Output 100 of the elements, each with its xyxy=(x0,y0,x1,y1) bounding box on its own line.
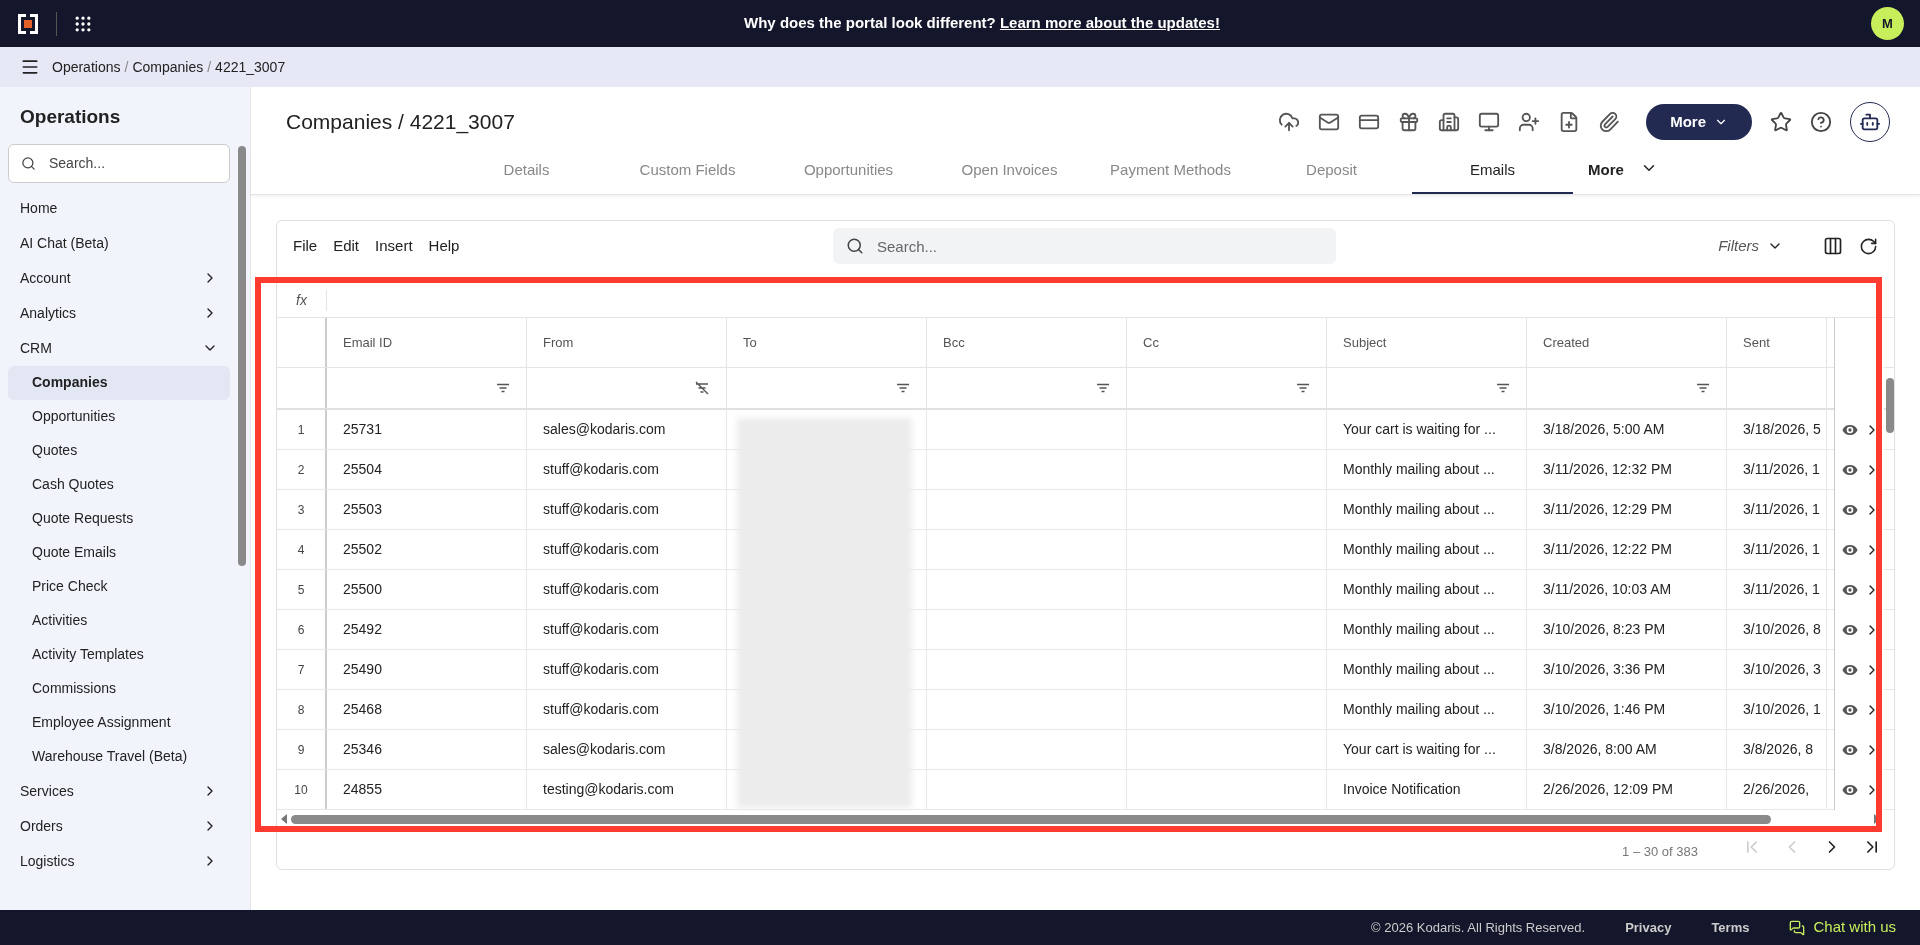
column-header[interactable]: To xyxy=(727,318,927,367)
table-cell-text: 3/10/2026, 1 xyxy=(1743,700,1821,719)
table-cell-text: 2/26/2026, xyxy=(1743,780,1810,799)
breadcrumb-link[interactable]: Companies xyxy=(132,56,204,78)
table-cell-text: testing@kodaris.com xyxy=(543,780,674,799)
sidebar-scrollbar[interactable] xyxy=(238,145,246,566)
horizontal-scrollbar[interactable] xyxy=(291,814,1771,824)
filters-dropdown[interactable]: Filters xyxy=(1718,234,1807,258)
filter-icon[interactable] xyxy=(896,383,910,393)
menu-icon[interactable] xyxy=(20,57,40,77)
sidebar-subitem[interactable]: Commissions xyxy=(8,671,230,706)
column-header[interactable]: Subject xyxy=(1327,318,1527,367)
sidebar-item[interactable]: CRM xyxy=(8,330,230,366)
table-cell-text: 3/11/2026, 1 xyxy=(1743,500,1820,519)
vertical-scrollbar[interactable] xyxy=(1886,378,1894,433)
sidebar-subitem[interactable]: Cash Quotes xyxy=(8,467,230,502)
user-avatar[interactable]: M xyxy=(1871,7,1904,40)
logo-icon[interactable] xyxy=(16,11,40,36)
grid-search-field[interactable]: Search... xyxy=(833,228,1336,264)
footer-link[interactable]: Terms xyxy=(1711,917,1750,938)
sidebar-subitem[interactable]: Companies xyxy=(8,365,230,400)
table-cell-text: 3/18/2026, 5:00 AM xyxy=(1543,420,1665,439)
tab[interactable]: Open Invoices xyxy=(929,157,1090,194)
column-header[interactable]: Bcc xyxy=(927,318,1127,367)
column-header[interactable]: Created xyxy=(1527,318,1727,367)
help-icon[interactable] xyxy=(1810,111,1832,133)
paperclip-icon[interactable] xyxy=(1598,111,1621,133)
sidebar-subitem[interactable]: Quote Requests xyxy=(8,501,230,536)
row-number: 6 xyxy=(277,610,327,649)
add-user-icon[interactable] xyxy=(1518,111,1541,133)
table-cell-text: 25503 xyxy=(343,500,382,519)
table-cell-text: 25490 xyxy=(343,660,382,679)
table-cell-text: 3/11/2026, 12:22 PM xyxy=(1543,540,1672,559)
table-cell-text: 25731 xyxy=(343,420,382,439)
gift-icon[interactable] xyxy=(1398,111,1421,133)
column-header[interactable]: Cc xyxy=(1127,318,1327,367)
tab[interactable]: Deposit xyxy=(1251,157,1412,194)
sidebar-title: Operations xyxy=(19,105,122,129)
filter-icon[interactable] xyxy=(1096,383,1110,393)
sidebar-subitem[interactable]: Price Check xyxy=(8,569,230,604)
table-cell-text: sales@kodaris.com xyxy=(543,740,666,759)
breadcrumb-link[interactable]: 4221_3007 xyxy=(215,56,286,78)
filter-icon[interactable] xyxy=(1496,383,1510,393)
table-cell-text: Your cart is waiting for ... xyxy=(1343,420,1496,439)
menu-item[interactable]: Help xyxy=(428,234,460,258)
filter-icon[interactable] xyxy=(496,383,510,393)
row-number: 2 xyxy=(277,450,327,489)
sidebar-item[interactable]: Analytics xyxy=(8,295,230,331)
column-header[interactable]: Email ID xyxy=(327,318,527,367)
table-cell-text: Monthly mailing about ... xyxy=(1343,460,1495,479)
sidebar-subitem[interactable]: Activity Templates xyxy=(8,637,230,672)
sidebar-item[interactable]: Logistics xyxy=(8,843,230,879)
chat-button[interactable]: Chat with us xyxy=(1789,916,1896,939)
sidebar-subitem[interactable]: Warehouse Travel (Beta) xyxy=(8,739,230,774)
more-button[interactable]: More xyxy=(1646,104,1752,140)
tab[interactable]: Custom Fields xyxy=(607,157,768,194)
sidebar-search-field[interactable]: Search... xyxy=(8,143,230,183)
menu-item[interactable]: Insert xyxy=(375,234,413,258)
more-tab[interactable]: More xyxy=(1573,157,1673,194)
monitor-icon[interactable] xyxy=(1478,111,1501,133)
table-cell-text: Monthly mailing about ... xyxy=(1343,540,1495,559)
sidebar-item[interactable]: Home xyxy=(8,190,230,226)
cloud-icon[interactable] xyxy=(1278,111,1301,133)
sidebar-subitem[interactable]: Quote Emails xyxy=(8,535,230,570)
row-number: 5 xyxy=(277,570,327,609)
banner-link[interactable]: Learn more about the updates! xyxy=(999,14,1220,32)
column-header[interactable]: Sent xyxy=(1727,318,1827,367)
sidebar-subitem[interactable]: Opportunities xyxy=(8,399,230,434)
sidebar-subitem[interactable]: Activities xyxy=(8,603,230,638)
table-cell-text: stuff@kodaris.com xyxy=(543,660,659,679)
footer-link[interactable]: Privacy xyxy=(1625,917,1672,938)
tab[interactable]: Payment Methods xyxy=(1090,157,1251,194)
search-icon xyxy=(846,237,864,255)
sidebar-item[interactable]: Account xyxy=(8,260,230,296)
refresh-icon[interactable] xyxy=(1859,236,1878,256)
row-number: 7 xyxy=(277,650,327,689)
building-icon[interactable] xyxy=(1438,111,1461,133)
sidebar-subitem[interactable]: Quotes xyxy=(8,433,230,468)
menu-item[interactable]: File xyxy=(293,234,318,258)
breadcrumb-link[interactable]: Operations xyxy=(52,56,121,78)
tab[interactable]: Opportunities xyxy=(768,157,929,194)
filter-icon[interactable] xyxy=(1696,383,1710,393)
tab[interactable]: Details xyxy=(446,157,607,194)
column-header[interactable]: From xyxy=(527,318,727,367)
mail-icon[interactable] xyxy=(1318,111,1341,133)
sidebar-subitem[interactable]: Employee Assignment xyxy=(8,705,230,740)
table-cell-text: stuff@kodaris.com xyxy=(543,580,659,599)
table-cell-text: 25500 xyxy=(343,580,382,599)
tab[interactable]: Emails xyxy=(1412,157,1573,194)
sidebar-item[interactable]: Orders xyxy=(8,808,230,844)
sidebar-item[interactable]: Services xyxy=(8,773,230,809)
filter-icon[interactable] xyxy=(1296,383,1310,393)
table-cell-text: 3/10/2026, 3 xyxy=(1743,660,1821,679)
star-icon[interactable] xyxy=(1770,111,1792,133)
table-cell-text: stuff@kodaris.com xyxy=(543,620,659,639)
filter-off-icon[interactable] xyxy=(694,381,710,395)
sidebar-item[interactable]: AI Chat (Beta) xyxy=(8,225,230,261)
columns-icon[interactable] xyxy=(1823,236,1843,256)
table-cell-text: 3/11/2026, 12:29 PM xyxy=(1543,500,1672,519)
menu-item[interactable]: Edit xyxy=(333,234,360,258)
